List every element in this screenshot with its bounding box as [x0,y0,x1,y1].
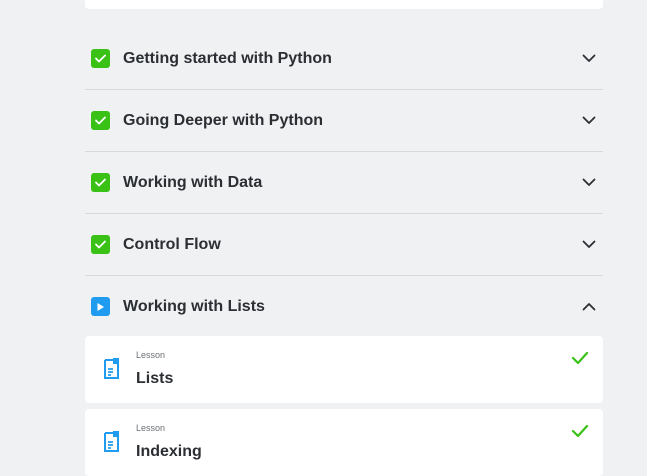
previous-section-card [85,0,603,9]
play-icon [91,297,110,316]
completed-check-icon [91,49,110,68]
chapter-control-flow[interactable]: Control Flow [85,214,603,276]
document-icon [103,357,120,381]
lesson-item-lists[interactable]: Lesson Lists [85,336,603,403]
completed-check-icon [91,235,110,254]
chevron-up-icon[interactable] [581,299,597,315]
document-icon [103,430,120,454]
chapter-title: Working with Data [123,173,263,191]
chevron-down-icon[interactable] [581,113,597,129]
chevron-down-icon[interactable] [581,237,597,253]
chapter-title: Working with Lists [123,297,265,315]
completed-check-icon [91,111,110,130]
lesson-type-label: Lesson [136,350,166,360]
chapter-title: Control Flow [123,235,221,253]
chevron-down-icon[interactable] [581,51,597,67]
lesson-title: Indexing [136,443,202,460]
chevron-down-icon[interactable] [581,175,597,191]
check-icon [571,351,589,365]
chapter-going-deeper[interactable]: Going Deeper with Python [85,90,603,152]
check-icon [571,424,589,438]
lesson-type-label: Lesson [136,423,166,433]
chapter-working-with-lists[interactable]: Working with Lists [85,276,603,337]
completed-check-icon [91,173,110,192]
chapter-title: Going Deeper with Python [123,111,324,129]
chapter-title: Getting started with Python [123,49,332,67]
lesson-title: Lists [136,370,174,387]
lesson-item-indexing[interactable]: Lesson Indexing [85,409,603,476]
chapter-getting-started[interactable]: Getting started with Python [85,28,603,90]
chapter-working-with-data[interactable]: Working with Data [85,152,603,214]
